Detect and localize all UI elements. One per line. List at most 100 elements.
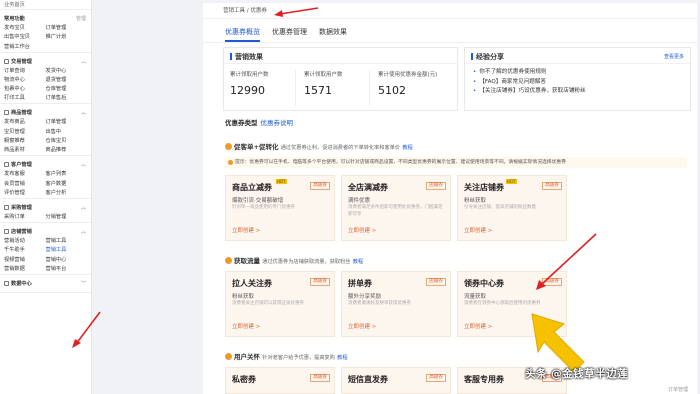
main-content: 营销工具 / 优惠券 优惠券概览 优惠券管理 数据效果 营销效果 累计领取用户数… [203, 3, 697, 394]
create-button[interactable]: 立即创建 > [464, 226, 492, 234]
sidebar-item-marketing-tools[interactable]: 营销工具 [46, 247, 88, 253]
chevron-up-icon[interactable]: ︿ [81, 161, 86, 168]
sidebar-item[interactable]: 评价管理 [4, 190, 46, 196]
create-button[interactable]: 立即创建 > [464, 322, 492, 330]
sidebar-item[interactable]: 出售中 [46, 129, 88, 135]
card-desc: 消费者在领券中心领取后使用的优惠券 [464, 301, 541, 306]
card-sub: 额外分享奖励 [348, 294, 382, 300]
chevron-up-icon[interactable]: ︿ [81, 228, 86, 235]
sidebar-item[interactable]: 打印工具 [4, 95, 46, 101]
sidebar-item[interactable]: 视频营销 [4, 257, 46, 263]
coupon-card-private[interactable]: 私密券 高级券 [225, 367, 335, 394]
coupon-help-link[interactable]: 优惠券说明 [261, 119, 294, 127]
sidebar-item[interactable]: 出售中宝贝 [4, 34, 46, 40]
hot-badge: HOT [276, 179, 287, 184]
article-link[interactable]: 你不了解的优惠券使用规则 [473, 68, 690, 78]
manage-link[interactable]: 管理 [76, 15, 86, 22]
card-sub: 粉丝获取 [464, 198, 487, 204]
sidebar-item[interactable]: 分销管理 [46, 214, 88, 220]
tab-manage[interactable]: 优惠券管理 [272, 27, 307, 42]
card-name: 拉人关注券 [232, 279, 272, 288]
sidebar-item[interactable]: 发货中心 [46, 68, 88, 74]
tab-data[interactable]: 数据效果 [319, 27, 347, 42]
sidebar-item[interactable]: 订单查询 [4, 68, 46, 74]
sidebar-item[interactable]: 发布宝贝 [4, 25, 46, 31]
stat-value: 1571 [304, 84, 332, 97]
card-name: 全店满减券 [348, 183, 388, 192]
sidebar-item[interactable]: 采购订单 [4, 214, 46, 220]
chevron-up-icon[interactable]: ︿ [81, 204, 86, 211]
sidebar-item[interactable]: 商品推荐 [46, 147, 88, 153]
stat-label: 累计领取用户数 [230, 72, 269, 78]
sidebar-item[interactable]: 退货管理 [46, 77, 88, 83]
card-badge: 店铺券 [426, 182, 446, 190]
sidebar-item[interactable]: 营销工作台 [4, 44, 46, 50]
section-title: 交易管理 [11, 58, 32, 65]
sidebar-item[interactable]: 营销中心 [46, 257, 88, 263]
sidebar-home[interactable]: 业务首页 [0, 0, 91, 10]
tab-overview[interactable]: 优惠券概览 [225, 27, 260, 42]
sidebar-item[interactable]: 订单管理 [46, 25, 88, 31]
sidebar-section-data: 数据中心 ﹀ [0, 275, 91, 293]
create-button[interactable]: 立即创建 > [232, 226, 260, 234]
purchase-icon [4, 204, 9, 210]
category-icon [225, 257, 232, 264]
card-desc: 引导关注店铺，提高店铺的粉丝数量 [464, 205, 536, 210]
tab-bar: 优惠券概览 优惠券管理 数据效果 [203, 19, 697, 43]
card-desc: 消费者邀请好友拼单获得优惠券 [348, 301, 411, 306]
category-icon [225, 143, 232, 150]
sidebar-item[interactable]: 营销数据 [4, 266, 46, 272]
stat-1: 累计领取用户数 12990 [230, 70, 296, 106]
category-conversion: 促客单+促转化 通过优惠券让利，促进消费者的下单转化率和客单价 教程 [225, 141, 413, 151]
create-button[interactable]: 立即创建 > [348, 226, 376, 234]
sidebar-item[interactable]: 客户分析 [46, 190, 88, 196]
category-desc: 针对老客户给予优惠，提高复购 [262, 355, 335, 361]
sidebar-item[interactable]: 物流中心 [4, 77, 46, 83]
create-button[interactable]: 立即创建 > [348, 322, 376, 330]
category-name: 获取流量 [234, 257, 260, 265]
sidebar-item[interactable]: 宝贝管理 [4, 129, 46, 135]
sidebar-item[interactable]: 营销平台 [46, 266, 88, 272]
coupon-card-sms[interactable]: 短信直发券 高级券 [341, 367, 451, 394]
sidebar-item[interactable]: 发布客服 [4, 171, 46, 177]
sidebar-item[interactable]: 橱窗推荐 [4, 138, 46, 144]
sidebar-item[interactable]: 客户列表 [46, 171, 88, 177]
sidebar-item[interactable]: 营销工具 [46, 238, 88, 244]
card-sub: 粉丝获取 [232, 294, 255, 300]
view-more-link[interactable]: 查看更多 [664, 53, 684, 60]
article-link[interactable]: 【关注店铺券】巧设优惠券，获取店铺粉丝 [473, 87, 690, 97]
coupon-card-attract[interactable]: 拉人关注券 高级券 粉丝获取 消费者关注店铺可以获得这张优惠券 立即创建 > [225, 271, 335, 337]
tutorial-link[interactable]: 教程 [337, 355, 347, 361]
sidebar-item[interactable]: 发布商品 [4, 119, 46, 125]
tutorial-link[interactable]: 教程 [353, 259, 363, 265]
sidebar-item[interactable]: 仓库管理 [46, 86, 88, 92]
chevron-up-icon[interactable]: ︿ [81, 109, 86, 116]
experience-panel: 经验分享 查看更多 你不了解的优惠券使用规则 【FAQ】商家常见问题解答 【关注… [464, 47, 691, 111]
section-title: 采购管理 [11, 204, 32, 211]
tutorial-link[interactable]: 教程 [402, 145, 412, 151]
sidebar-item[interactable]: 仓库宝贝 [46, 138, 88, 144]
sidebar-item[interactable]: 推广计划 [46, 34, 88, 40]
sidebar-item[interactable]: 千牛助手 [4, 247, 46, 253]
sidebar-item[interactable]: 订单管理 [46, 119, 88, 125]
category-name: 促客单+促转化 [234, 143, 279, 151]
card-name: 短信直发券 [348, 375, 388, 384]
arrow-annotation-icon [536, 233, 597, 290]
coupon-card-store[interactable]: 全店满减券 店铺券 满件优惠 消费者满足条件后即可使用此优惠券，门槛满足即可享 立即创建… [341, 175, 451, 241]
sidebar-item[interactable]: 会员营销 [4, 181, 46, 187]
stat-value: 12990 [230, 84, 265, 97]
chevron-down-icon[interactable]: ﹀ [81, 280, 86, 287]
stat-label: 累计领取用户数 [304, 72, 343, 78]
card-desc: 消费者满足条件后即可使用此优惠券，门槛满足即可享 [348, 205, 443, 217]
create-button[interactable]: 立即创建 > [232, 322, 260, 330]
article-link[interactable]: 【FAQ】商家常见问题解答 [473, 78, 690, 88]
sidebar-item[interactable]: 订单售后 [46, 95, 88, 101]
coupon-card-product[interactable]: 商品立减券 HOT 高级券 爆款引流·交易额破增 针对单一商品使用的专门优惠券 立即创建 … [225, 175, 335, 241]
sidebar-item[interactable]: 客户数据 [46, 181, 88, 187]
sidebar-item[interactable]: 营销活动 [4, 238, 46, 244]
card-badge: 高级券 [542, 182, 562, 190]
sidebar-item[interactable]: 包裹中心 [4, 86, 46, 92]
sidebar-item[interactable]: 商品素材 [4, 147, 46, 153]
coupon-card-group[interactable]: 拼单券 店铺券 额外分享奖励 消费者邀请好友拼单获得优惠券 立即创建 > [341, 271, 451, 337]
chevron-up-icon[interactable]: ︿ [81, 58, 86, 65]
